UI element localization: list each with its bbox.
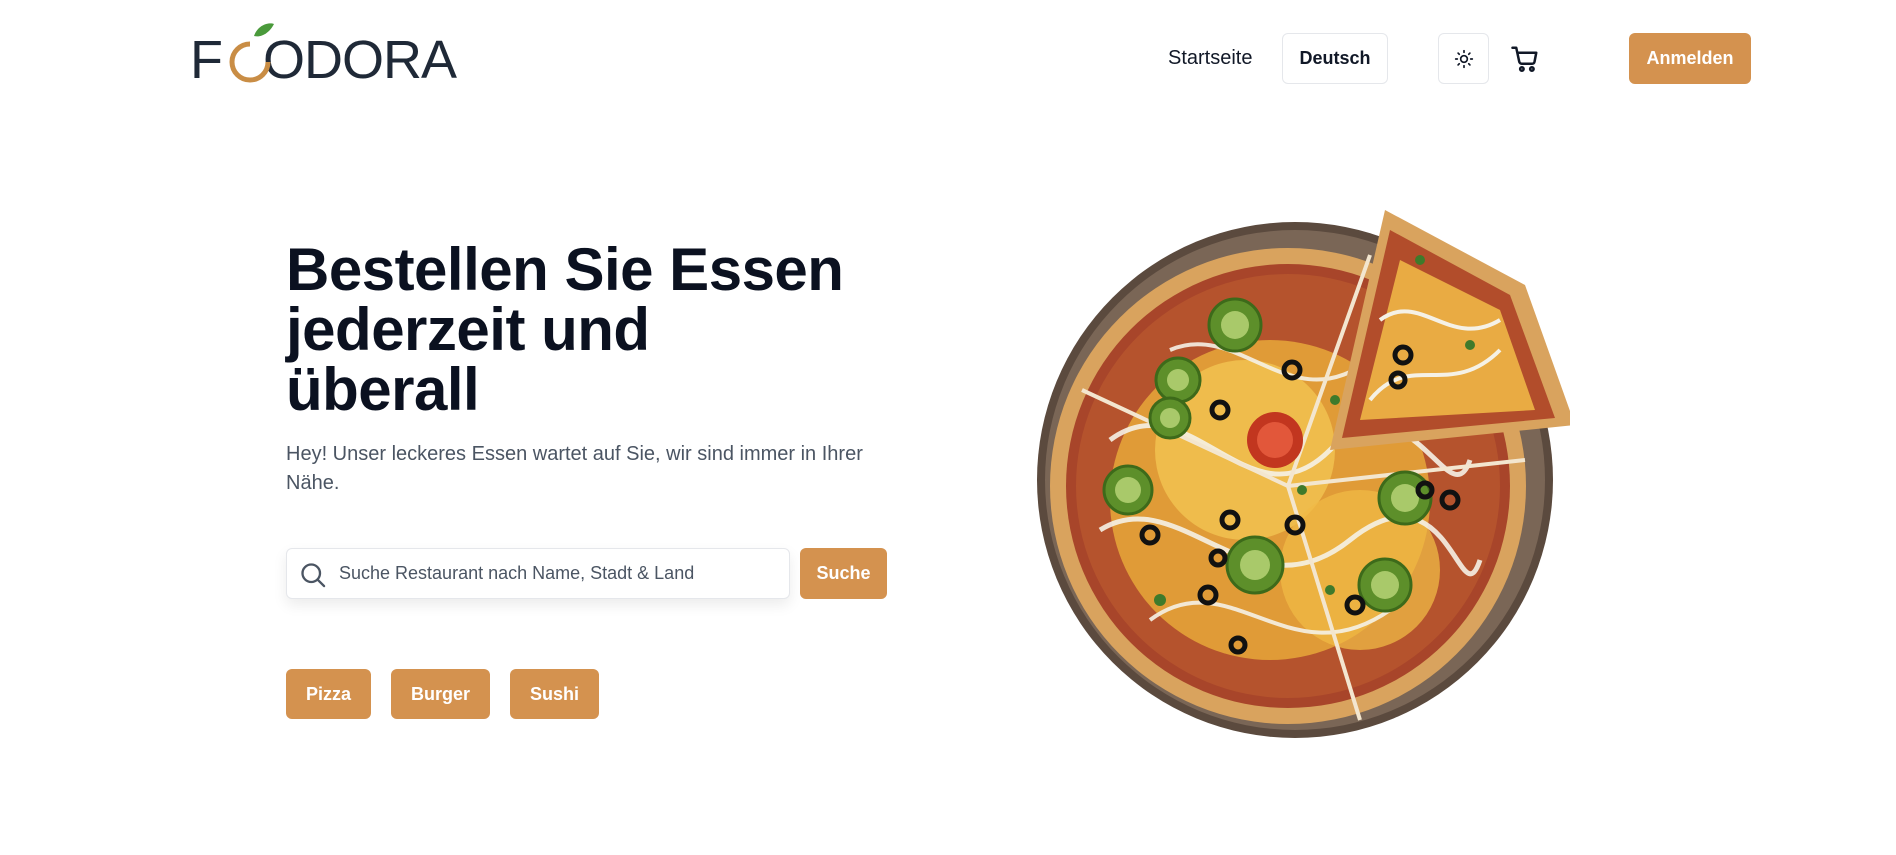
theme-toggle-button[interactable] xyxy=(1438,33,1489,84)
hero-title-line-2: jederzeit und xyxy=(286,296,650,363)
search-box xyxy=(286,548,790,599)
nav-link-home[interactable]: Startseite xyxy=(1168,46,1252,70)
search-button[interactable]: Suche xyxy=(800,548,887,599)
language-selector[interactable]: Deutsch xyxy=(1282,33,1388,84)
search-input[interactable] xyxy=(337,549,777,598)
category-chip-pizza[interactable]: Pizza xyxy=(286,669,372,719)
hero-title-line-1: Bestellen Sie Essen xyxy=(286,236,844,303)
cart-button[interactable] xyxy=(1506,40,1544,78)
category-chip-sushi[interactable]: Sushi xyxy=(510,669,600,719)
category-chips: Pizza Burger Sushi xyxy=(286,669,600,719)
pizza-image xyxy=(1037,210,1570,738)
hero-title-line-3: überall xyxy=(286,356,480,423)
category-chip-burger[interactable]: Burger xyxy=(391,669,491,719)
cart-icon xyxy=(1511,46,1538,73)
search-icon xyxy=(301,563,326,588)
hero-title: Bestellen Sie Essen jederzeit und überal… xyxy=(286,240,906,420)
site-header: FOODORA Startseite Deutsch Anmelden xyxy=(0,0,1896,118)
login-button[interactable]: Anmelden xyxy=(1629,33,1751,84)
sun-icon xyxy=(1454,49,1473,68)
logo-orange-o xyxy=(229,41,271,83)
hero-subtitle: Hey! Unser leckeres Essen wartet auf Sie… xyxy=(286,443,863,494)
foodora-logo[interactable]: FOODORA xyxy=(190,22,457,88)
